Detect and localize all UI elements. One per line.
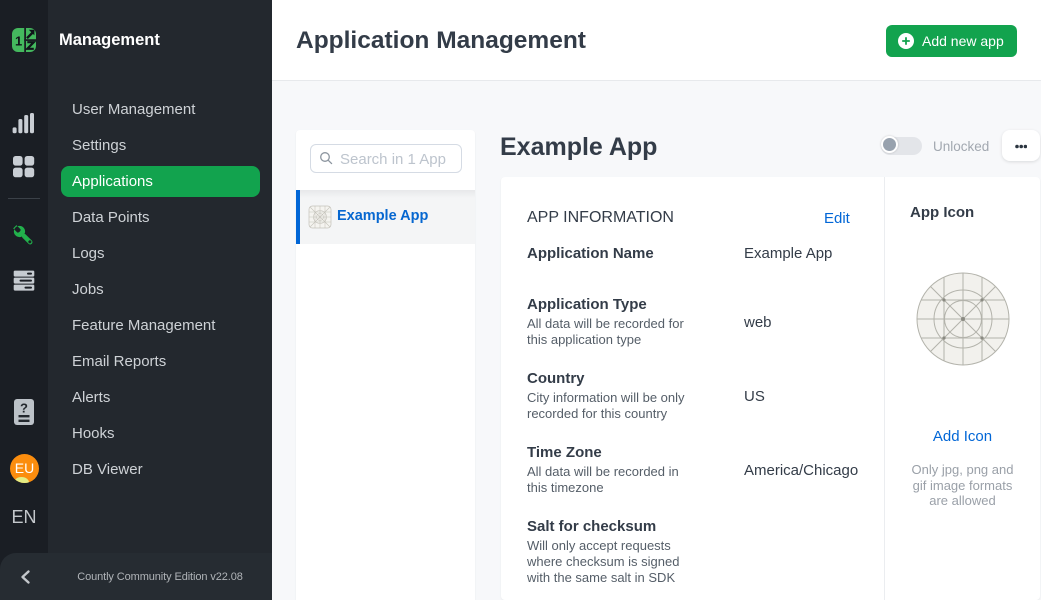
svg-text:1: 1 (15, 34, 22, 49)
svg-text:?: ? (20, 401, 28, 416)
